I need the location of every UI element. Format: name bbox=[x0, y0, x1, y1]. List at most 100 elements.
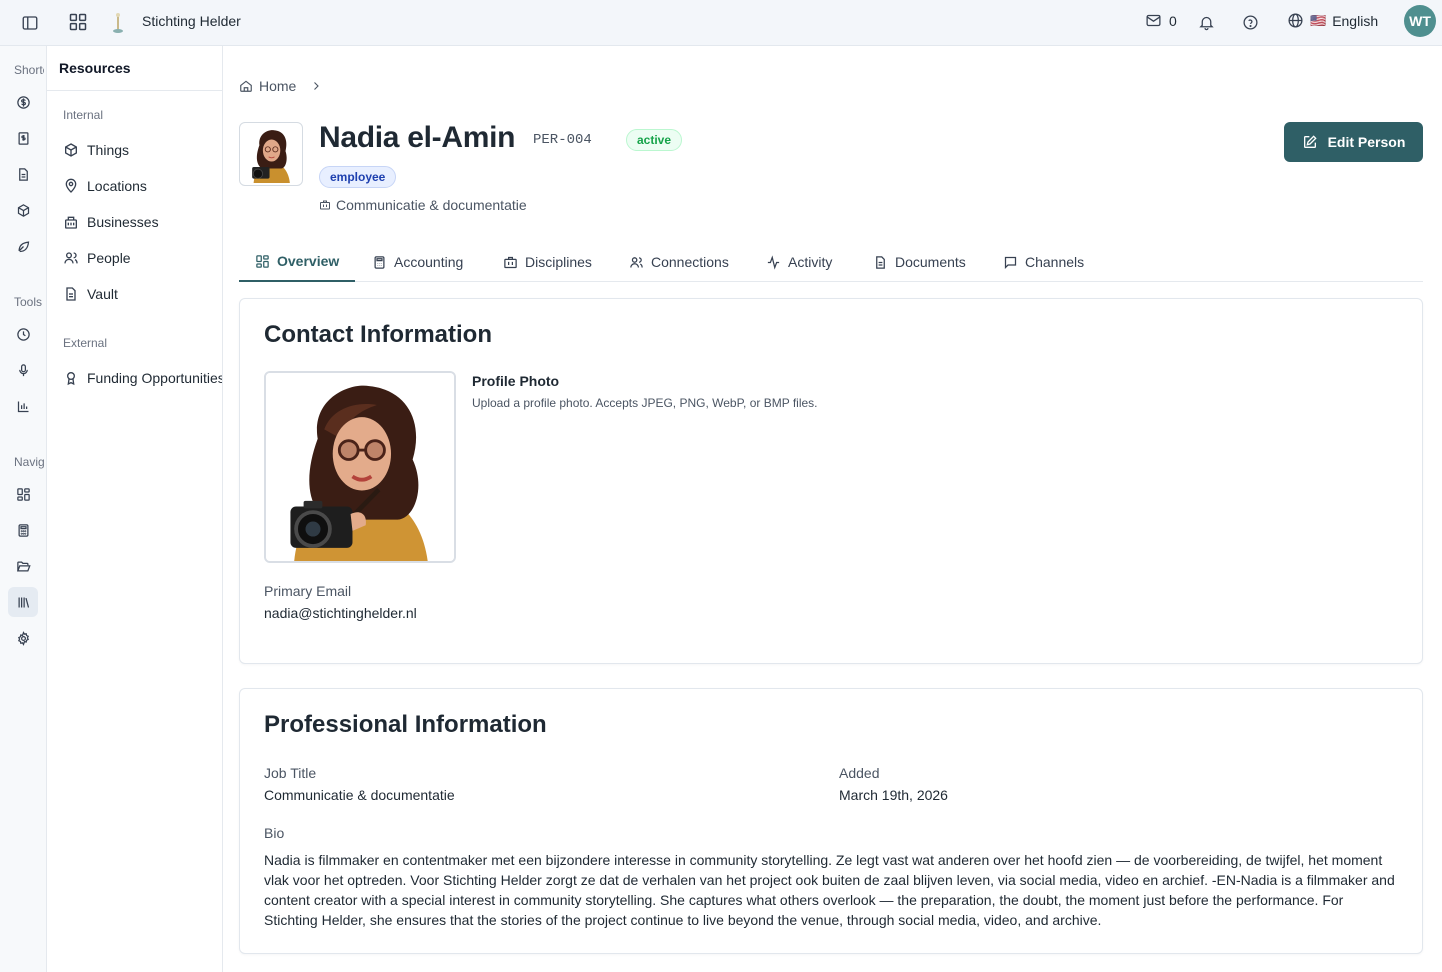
sidebar-toggle-icon[interactable] bbox=[20, 13, 40, 33]
rail-document-button[interactable] bbox=[8, 159, 38, 189]
card-title: Contact Information bbox=[264, 321, 492, 348]
department: Communicatie & documentatie bbox=[319, 197, 527, 213]
mail-count: 0 bbox=[1169, 12, 1177, 29]
rail-money-button[interactable] bbox=[8, 87, 38, 117]
added-value: March 19th, 2026 bbox=[839, 787, 948, 803]
rail-calculator-button[interactable] bbox=[8, 515, 38, 545]
document-icon bbox=[873, 255, 888, 270]
sidebar-item-funding[interactable]: Funding Opportunities bbox=[57, 363, 223, 393]
job-title-label: Job Title bbox=[264, 765, 317, 781]
resources-sidebar: Resources Internal Things Locations Busi… bbox=[47, 46, 223, 972]
sidebar-item-label: Vault bbox=[87, 286, 118, 302]
sidebar-item-things[interactable]: Things bbox=[57, 135, 222, 165]
tab-label: Documents bbox=[895, 254, 966, 270]
professional-information-card: Professional Information Job Title Commu… bbox=[239, 688, 1423, 954]
mail-icon bbox=[1145, 12, 1162, 29]
layout-grid-icon bbox=[255, 254, 270, 269]
person-avatar[interactable] bbox=[239, 122, 303, 186]
job-title-value: Communicatie & documentatie bbox=[264, 787, 455, 803]
tab-activity[interactable]: Activity bbox=[750, 242, 848, 282]
home-icon bbox=[239, 79, 253, 93]
briefcase-icon bbox=[503, 255, 518, 270]
briefcase-icon bbox=[319, 199, 331, 211]
org-name[interactable]: Stichting Helder bbox=[142, 13, 241, 29]
message-icon bbox=[1003, 255, 1018, 270]
calculator-icon bbox=[372, 255, 387, 270]
photo-description: Upload a profile photo. Accepts JPEG, PN… bbox=[472, 396, 818, 410]
library-icon bbox=[16, 595, 31, 610]
language-label: English bbox=[1332, 12, 1379, 29]
tab-disciplines[interactable]: Disciplines bbox=[487, 242, 608, 282]
person-name: Nadia el-Amin bbox=[319, 121, 516, 154]
calculator-icon bbox=[16, 523, 31, 538]
rail-label-tools: Tools bbox=[14, 295, 43, 309]
bio-label: Bio bbox=[264, 825, 285, 841]
file-icon bbox=[63, 286, 79, 302]
building-icon bbox=[63, 214, 79, 230]
invoice-icon bbox=[16, 131, 31, 146]
microphone-icon bbox=[16, 363, 31, 378]
portrait-illustration bbox=[266, 373, 454, 561]
dollar-icon bbox=[16, 95, 31, 110]
person-tabs: Overview Accounting Disciplines Connecti… bbox=[239, 242, 1423, 282]
tab-label: Connections bbox=[651, 254, 729, 270]
gear-icon bbox=[16, 630, 31, 646]
tab-documents[interactable]: Documents bbox=[857, 242, 982, 282]
help-icon[interactable] bbox=[1240, 12, 1260, 32]
bar-chart-icon bbox=[16, 399, 31, 414]
tab-channels[interactable]: Channels bbox=[987, 242, 1100, 282]
sidebar-item-label: Funding Opportunities bbox=[87, 370, 223, 386]
award-icon bbox=[63, 370, 79, 386]
rail-library-button[interactable] bbox=[8, 587, 38, 617]
sidebar-item-label: Businesses bbox=[87, 214, 159, 230]
leaf-icon bbox=[16, 239, 31, 254]
person-code: PER-004 bbox=[533, 132, 592, 148]
email-label: Primary Email bbox=[264, 583, 352, 599]
rail-mic-button[interactable] bbox=[8, 355, 38, 385]
map-pin-icon bbox=[63, 178, 79, 194]
rail-dashboard-button[interactable] bbox=[8, 479, 38, 509]
apps-grid-icon[interactable] bbox=[68, 12, 88, 32]
users-icon bbox=[629, 255, 644, 270]
rail-folder-button[interactable] bbox=[8, 551, 38, 581]
language-switcher[interactable]: 🇺🇸 English bbox=[1287, 12, 1378, 29]
icon-rail: Shortcuts Tools Navigation bbox=[0, 46, 47, 972]
users-icon bbox=[63, 250, 79, 266]
rail-label-navigation: Navigation bbox=[14, 455, 44, 469]
rail-label-shortcuts: Shortcuts bbox=[14, 63, 44, 77]
sidebar-item-vault[interactable]: Vault bbox=[57, 279, 222, 309]
added-label: Added bbox=[839, 765, 880, 781]
org-logo bbox=[110, 10, 126, 36]
tab-label: Accounting bbox=[394, 254, 464, 270]
tab-connections[interactable]: Connections bbox=[613, 242, 745, 282]
edit-person-label: Edit Person bbox=[1327, 134, 1406, 150]
sidebar-item-businesses[interactable]: Businesses bbox=[57, 207, 222, 237]
bio-text: Nadia is filmmaker en contentmaker met e… bbox=[264, 852, 1395, 928]
rail-settings-button[interactable] bbox=[8, 623, 38, 653]
rail-clock-button[interactable] bbox=[8, 319, 38, 349]
folder-open-icon bbox=[16, 559, 31, 574]
tab-label: Overview bbox=[277, 253, 340, 269]
profile-photo[interactable] bbox=[264, 371, 456, 563]
rail-chart-button[interactable] bbox=[8, 391, 38, 421]
breadcrumb-home[interactable]: Home bbox=[259, 78, 296, 94]
sidebar-item-people[interactable]: People bbox=[57, 243, 222, 273]
rail-invoice-button[interactable] bbox=[8, 123, 38, 153]
user-avatar[interactable]: WT bbox=[1404, 5, 1436, 37]
rail-box-button[interactable] bbox=[8, 195, 38, 225]
sidebar-item-locations[interactable]: Locations bbox=[57, 171, 222, 201]
photo-title: Profile Photo bbox=[472, 373, 560, 389]
mail-button[interactable]: 0 bbox=[1145, 12, 1177, 29]
tab-overview[interactable]: Overview bbox=[239, 242, 356, 282]
status-badge: active bbox=[626, 129, 683, 151]
main-content: Home Nadia el-Amin PER-004 active employ… bbox=[223, 46, 1442, 972]
edit-icon bbox=[1302, 134, 1318, 150]
tab-accounting[interactable]: Accounting bbox=[356, 242, 479, 282]
layout-grid-icon bbox=[16, 487, 31, 502]
bell-icon[interactable] bbox=[1196, 12, 1216, 32]
sidebar-item-label: People bbox=[87, 250, 131, 266]
contact-information-card: Contact Information Profile Photo Upload… bbox=[239, 298, 1423, 664]
rail-leaf-button[interactable] bbox=[8, 231, 38, 261]
edit-person-button[interactable]: Edit Person bbox=[1284, 122, 1423, 162]
email-value: nadia@stichtinghelder.nl bbox=[264, 605, 417, 621]
